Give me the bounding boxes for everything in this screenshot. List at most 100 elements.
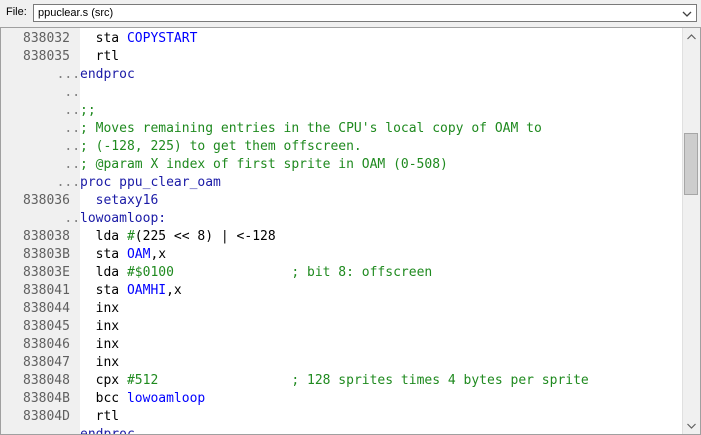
code-token: rtl [80,409,120,424]
code-line[interactable]: ..; @param X index of first sprite in OA… [1,156,681,174]
scroll-up-arrow-icon[interactable] [683,28,700,45]
code-token: # [126,229,135,244]
line-code: sta OAMHI,x [80,282,182,300]
code-token: rtl [80,49,120,64]
line-address: 83803E [23,265,70,280]
line-address: 838048 [23,373,70,388]
line-code: endproc [80,426,135,434]
line-code: lowoamloop: [80,210,166,228]
line-continuation-dots: .. [64,211,81,226]
code-token: #$0100 [126,265,174,280]
code-token: lowoamloop [126,391,206,406]
code-token: sta [80,247,127,262]
code-line[interactable]: 83804B bcc lowoamloop [1,390,681,408]
line-continuation-dots: ... [56,67,81,82]
code-token: cpx [80,373,127,388]
line-code: ; (-128, 225) to get them offscreen. [80,138,362,156]
code-token: OAMHI [126,283,167,298]
line-address: 838036 [23,193,70,208]
line-code: rtl [80,408,120,426]
code-line[interactable]: 838046 inx [1,336,681,354]
line-code: proc ppu_clear_oam [80,174,221,192]
code-line[interactable]: 838041 sta OAMHI,x [1,282,681,300]
line-continuation-dots: .. [64,157,81,172]
code-token: sta [80,283,127,298]
code-token: endproc [80,67,135,82]
code-token: inx [80,337,120,352]
line-address: 838047 [23,355,70,370]
line-address: 838044 [23,301,70,316]
code-token: lda [80,229,127,244]
line-code: rtl [80,48,120,66]
line-code: bcc lowoamloop [80,390,206,408]
code-line[interactable]: 838048 cpx #512 ; 128 sprites times 4 by… [1,372,681,390]
line-address: 838041 [23,283,70,298]
line-code: cpx #512 ; 128 sprites times 4 bytes per… [80,372,589,390]
line-code: inx [80,300,120,318]
code-line[interactable]: 838036 setaxy16 [1,192,681,210]
line-code: lda #$0100 ; bit 8: offscreen [80,264,433,282]
code-line[interactable]: ..;; [1,102,681,120]
code-line[interactable]: ..; Moves remaining entries in the CPU's… [1,120,681,138]
line-code: ; @param X index of first sprite in OAM … [80,156,448,174]
file-selector-row: File: ppuclear.s (src) [0,0,701,26]
code-line[interactable]: 83803B sta OAM,x [1,246,681,264]
code-token: ; 128 sprites times 4 bytes per sprite [291,373,589,388]
line-address: 838032 [23,31,70,46]
code-token: lda [80,265,127,280]
code-token: inx [80,319,120,334]
code-token: #512 [126,373,159,388]
line-code: ; Moves remaining entries in the CPU's l… [80,120,542,138]
code-line[interactable]: 838047 inx [1,354,681,372]
code-line[interactable]: ... proc ppu_clear_oam [1,174,681,192]
line-address: 838038 [23,229,70,244]
vertical-scrollbar[interactable] [682,28,700,434]
line-code: inx [80,318,120,336]
code-token: ; @param X index of first sprite in OAM … [80,157,448,172]
line-address: 83804D [23,409,70,424]
line-continuation-dots: ... [56,175,81,190]
code-token: bcc [80,391,127,406]
code-lines: 838032 sta COPYSTART 838035 rtl... endproc… [1,30,681,434]
code-token: COPYSTART [126,31,198,46]
scrollbar-thumb[interactable] [684,133,698,195]
file-dropdown[interactable]: ppuclear.s (src) [33,4,697,22]
code-line[interactable]: 838035 rtl [1,48,681,66]
code-token: sta [80,31,127,46]
code-line[interactable]: 838032 sta COPYSTART [1,30,681,48]
code-line[interactable]: 83803E lda #$0100 ; bit 8: offscreen [1,264,681,282]
line-code: ;; [80,102,96,120]
code-token: ; Moves remaining entries in the CPU's l… [80,121,542,136]
line-address: 83804B [23,391,70,406]
file-label: File: [6,6,27,18]
line-address: 838046 [23,337,70,352]
code-line[interactable]: 838038 lda #(225 << 8) | <-128 [1,228,681,246]
line-code: inx [80,336,120,354]
code-token: inx [80,355,120,370]
code-token: ; (-128, 225) to get them offscreen. [80,139,362,154]
line-address: 83803B [23,247,70,262]
code-line[interactable]: ... endproc [1,66,681,84]
line-continuation-dots: .. [64,85,81,100]
chevron-down-icon [682,7,692,19]
code-line[interactable]: ..; (-128, 225) to get them offscreen. [1,138,681,156]
code-line[interactable]: 838045 inx [1,318,681,336]
scroll-down-arrow-icon[interactable] [683,417,700,434]
line-code: sta COPYSTART [80,30,198,48]
code-line[interactable]: 83804D rtl [1,408,681,426]
code-token: ; bit 8: offscreen [291,265,433,280]
code-token: proc ppu_clear_oam [80,175,221,190]
code-line[interactable]: 838044 inx [1,300,681,318]
line-code: endproc [80,66,135,84]
code-token: lowoamloop: [80,211,167,226]
line-continuation-dots: .. [64,121,81,136]
code-line[interactable]: .. [1,84,681,102]
code-editor[interactable]: 838032 sta COPYSTART 838035 rtl... endproc… [0,27,701,435]
code-token: setaxy16 [80,193,159,208]
line-code: setaxy16 [80,192,159,210]
file-dropdown-value: ppuclear.s (src) [38,7,114,19]
code-token: ,x [150,247,167,262]
code-token: (225 << 8) | <-128 [134,229,276,244]
code-line[interactable]: .. lowoamloop: [1,210,681,228]
code-line[interactable]: ... endproc [1,426,681,434]
